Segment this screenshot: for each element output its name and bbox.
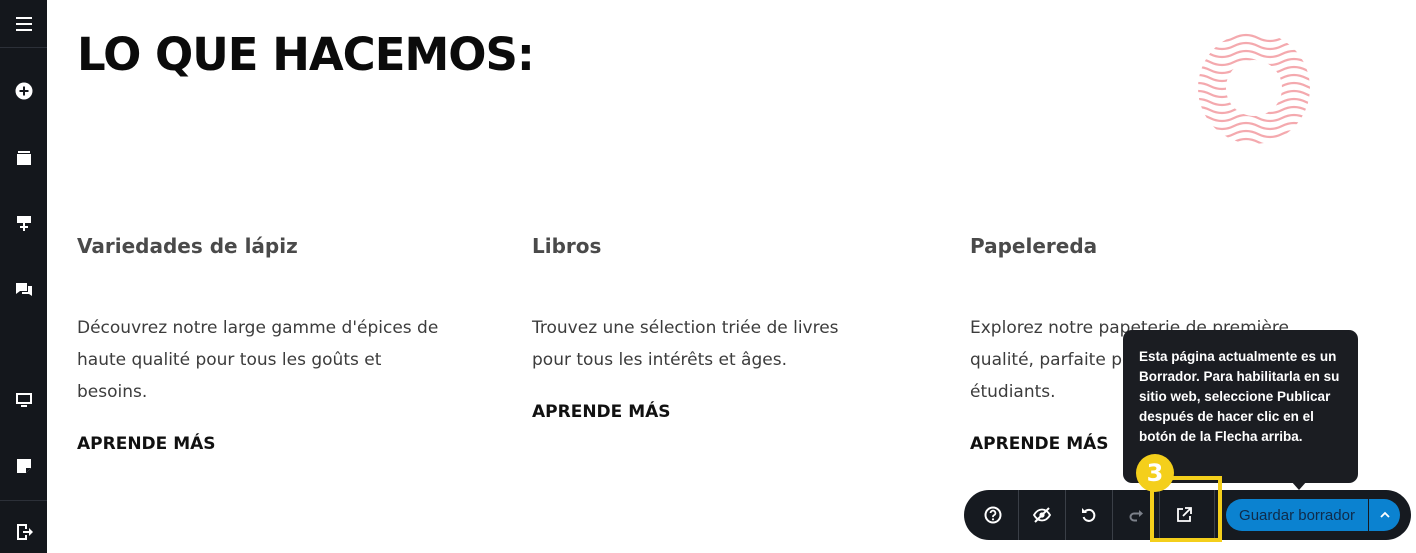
menu-button[interactable] — [0, 4, 47, 44]
undo-icon — [1081, 508, 1095, 522]
hide-icon — [1032, 507, 1051, 523]
undo-button[interactable] — [1065, 490, 1112, 540]
exit-icon — [16, 524, 33, 540]
save-options-toggle[interactable] — [1369, 499, 1400, 531]
column-heading: Libros — [532, 234, 602, 258]
help-button[interactable] — [969, 490, 1016, 540]
column-text: Découvrez notre large gamme d'épices de … — [77, 318, 439, 402]
decorative-ring — [1198, 33, 1310, 144]
editor-sidebar — [0, 0, 47, 553]
add-icon — [15, 82, 32, 100]
tooltip-arrow — [1291, 481, 1307, 490]
service-column-books: Libros Trouvez une sélection triée de li… — [532, 234, 912, 422]
pages-icon — [16, 151, 31, 165]
tooltip-text: Esta página actualmente es un Borrador. … — [1139, 349, 1340, 444]
save-draft-button[interactable]: Guardar borrador — [1226, 499, 1368, 531]
comments-icon — [15, 283, 32, 296]
chevron-up-icon — [1379, 511, 1390, 518]
learn-more-link[interactable]: APRENDE MÁS — [532, 402, 671, 422]
learn-more-link[interactable]: APRENDE MÁS — [970, 434, 1109, 454]
step-number-badge: 3 — [1136, 454, 1174, 492]
menu-icon — [15, 17, 32, 31]
desktop-icon — [15, 393, 32, 407]
comments-button[interactable] — [0, 270, 47, 310]
service-column-pencils: Variedades de lápiz Découvrez notre larg… — [77, 234, 457, 454]
column-heading: Variedades de lápiz — [77, 234, 298, 258]
help-icon — [984, 506, 1001, 524]
learn-more-link[interactable]: APRENDE MÁS — [77, 434, 216, 454]
design-button[interactable] — [0, 203, 47, 243]
exit-editor-button[interactable] — [0, 512, 47, 552]
page-title: LO QUE HACEMOS: — [77, 28, 535, 81]
column-text: Trouvez une sélection triée de livres po… — [532, 318, 839, 370]
notes-icon — [16, 459, 31, 473]
notes-button[interactable] — [0, 446, 47, 486]
redo-icon — [1129, 510, 1143, 522]
add-element-button[interactable] — [0, 71, 47, 111]
column-heading: Papelereda — [970, 234, 1098, 258]
desktop-view-button[interactable] — [0, 380, 47, 420]
design-icon — [16, 216, 31, 231]
pages-button[interactable] — [0, 138, 47, 178]
toggle-visibility-button[interactable] — [1018, 490, 1065, 540]
